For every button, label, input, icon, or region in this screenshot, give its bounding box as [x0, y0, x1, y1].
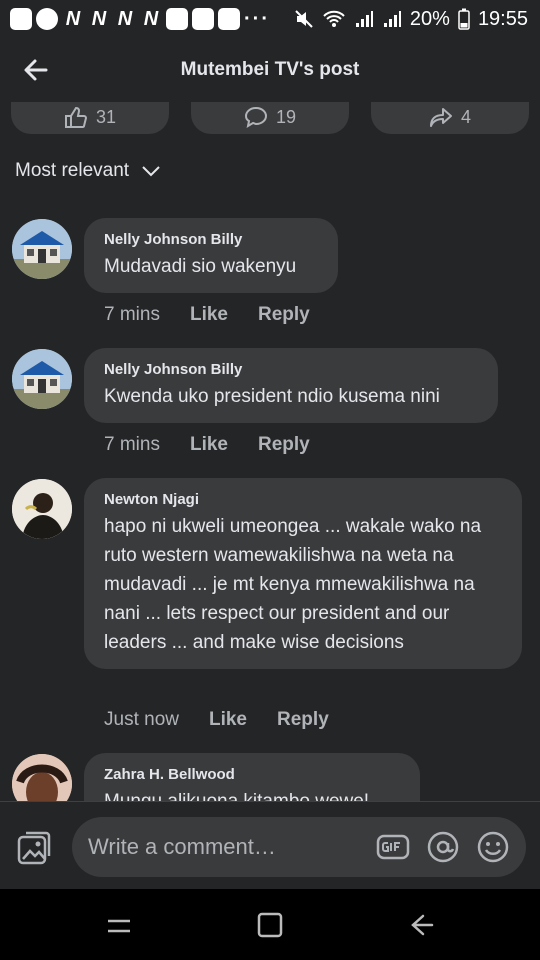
comment-actions: 7 mins Like Reply [104, 434, 310, 456]
comment-item: Zahra H. Bellwood Mungu alikuona kitambo… [0, 753, 540, 801]
comment-bubble[interactable]: Nelly Johnson Billy Mudavadi sio wakenyu [84, 218, 338, 293]
n-icon: N [117, 7, 133, 30]
sort-label: Most relevant [15, 160, 130, 181]
post-header: Mutembei TV's post [0, 38, 540, 102]
avatar[interactable] [12, 219, 72, 279]
clock: 19:55 [477, 7, 528, 30]
gallery-icon [192, 8, 214, 30]
share-icon [429, 108, 452, 127]
comment-input[interactable]: Write a comment… [72, 817, 526, 877]
share-count: 4 [460, 107, 471, 127]
comment-placeholder: Write a comment… [88, 834, 276, 859]
house-photo-icon [12, 349, 72, 409]
system-nav-bar [0, 889, 540, 960]
comment-time: 7 mins [104, 304, 160, 325]
comment-bubble[interactable]: Nelly Johnson Billy Kwenda uko president… [84, 348, 498, 423]
wifi-icon [323, 10, 345, 27]
n-icon: N [143, 7, 159, 30]
system-icons: 20% 19:55 [294, 8, 528, 31]
house-photo-icon [12, 219, 72, 279]
notification-icons: N N N N ··· [10, 8, 270, 31]
gif-icon[interactable] [376, 830, 410, 864]
like-count-button[interactable]: 31 [11, 102, 169, 134]
back-arrow-icon[interactable] [22, 56, 50, 84]
photo-icon[interactable] [16, 830, 52, 866]
reaction-bar: 31 19 4 [0, 102, 540, 136]
battery-percent: 20% [409, 7, 450, 30]
comment-bubble[interactable]: Newton Njagi hapo ni ukweli umeongea ...… [84, 478, 522, 669]
comment-count-button[interactable]: 19 [191, 102, 349, 134]
chevron-down-icon [142, 166, 160, 177]
emoji-icon[interactable] [476, 830, 510, 864]
comment-sort-dropdown[interactable]: Most relevant [15, 160, 161, 182]
like-button[interactable]: Like [190, 434, 228, 456]
avatar[interactable] [12, 349, 72, 409]
signal-icon [383, 11, 401, 27]
comment-text: Mungu alikuona kitambo wewe! [104, 787, 400, 801]
back-icon[interactable] [407, 911, 435, 939]
n-icon: N [65, 7, 81, 30]
avatar[interactable] [12, 479, 72, 539]
comment-count: 19 [275, 107, 297, 127]
comment-actions: 7 mins Like Reply [104, 304, 310, 326]
battery-icon [458, 8, 470, 30]
comment-time: Just now [104, 709, 179, 730]
more-icon: ··· [244, 7, 270, 30]
recent-apps-icon[interactable] [105, 911, 133, 939]
n-icon: N [91, 7, 107, 30]
person-photo-icon [12, 479, 72, 539]
comment-author[interactable]: Nelly Johnson Billy [104, 361, 478, 378]
gallery-icon [218, 8, 240, 30]
like-button[interactable]: Like [190, 304, 228, 326]
facebook-icon [36, 8, 58, 30]
gallery-icon [166, 8, 188, 30]
like-count: 31 [95, 107, 117, 127]
reply-button[interactable]: Reply [277, 709, 329, 731]
comment-text: Mudavadi sio wakenyu [104, 256, 297, 277]
signal-icon [355, 11, 373, 27]
mute-icon [295, 10, 313, 28]
comment-text: Kwenda uko president ndio kusema nini [104, 386, 440, 407]
status-bar: N N N N ··· 20% 19:55 [0, 0, 540, 38]
home-icon[interactable] [256, 911, 284, 939]
comment-time: 7 mins [104, 434, 160, 455]
mention-icon[interactable] [426, 830, 460, 864]
comment-icon [244, 106, 267, 128]
comment-author[interactable]: Nelly Johnson Billy [104, 231, 318, 248]
comment-text: hapo ni ukweli umeongea ... wakale wako … [104, 516, 482, 653]
thumbs-up-icon [64, 106, 87, 128]
like-button[interactable]: Like [209, 709, 247, 731]
share-count-button[interactable]: 4 [371, 102, 529, 134]
comment-author[interactable]: Zahra H. Bellwood [104, 766, 400, 783]
comment-actions: Just now Like Reply [104, 709, 329, 731]
person-photo-icon [12, 754, 72, 801]
reply-button[interactable]: Reply [258, 434, 310, 456]
comment-author[interactable]: Newton Njagi [104, 491, 502, 508]
comment-composer: Write a comment… [0, 801, 540, 890]
chat-icon [10, 8, 32, 30]
comment-bubble[interactable]: Zahra H. Bellwood Mungu alikuona kitambo… [84, 753, 420, 801]
page-title: Mutembei TV's post [180, 59, 360, 80]
avatar[interactable] [12, 754, 72, 801]
reply-button[interactable]: Reply [258, 304, 310, 326]
